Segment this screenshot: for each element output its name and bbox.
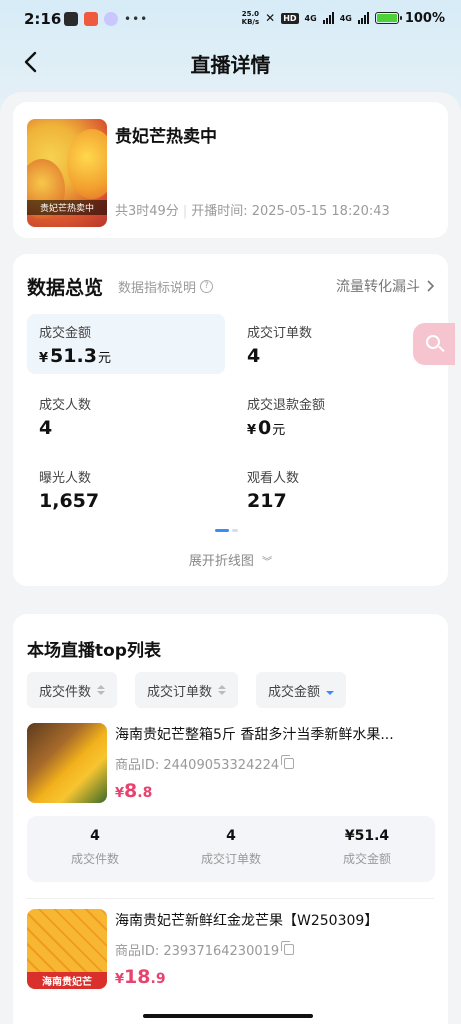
metric-label: 成交订单数 bbox=[247, 326, 313, 341]
status-time: 2:16 bbox=[24, 10, 62, 28]
product-id: 商品ID: 24409053324224 bbox=[115, 754, 295, 773]
signal-icon bbox=[322, 12, 334, 24]
status-bar: 2:16 ••• 25.0 KB/s ✕ HD 4G 4G 100% bbox=[0, 0, 461, 40]
product-stats: 4 成交件数 4 成交订单数 ¥51.4 成交金额 bbox=[27, 816, 435, 882]
data-overview-card: 数据总览 数据指标说明 ? 流量转化漏斗 成交金额 ¥51.3元 成交订单数 4… bbox=[13, 254, 448, 586]
chevron-right-icon bbox=[427, 280, 434, 292]
copy-icon[interactable] bbox=[281, 755, 295, 769]
sort-by-orders[interactable]: 成交订单数 bbox=[135, 672, 239, 708]
metric-orders[interactable]: 成交订单数 4 bbox=[235, 314, 433, 374]
page-title: 直播详情 bbox=[190, 53, 271, 77]
expand-chart-button[interactable]: 展开折线图 ︾ bbox=[13, 550, 448, 569]
metric-value: ¥51.3元 bbox=[39, 345, 111, 367]
overview-title: 数据总览 bbox=[27, 277, 104, 299]
divider bbox=[27, 898, 434, 899]
metrics-help-link[interactable]: 数据指标说明 ? bbox=[118, 277, 214, 296]
battery-icon bbox=[374, 12, 402, 24]
product-image bbox=[27, 723, 107, 803]
sort-icon bbox=[326, 685, 335, 695]
product-name: 海南贵妃芒整箱5斤 香甜多汁当季新鲜水果... bbox=[115, 727, 394, 743]
metric-label: 成交人数 bbox=[39, 398, 92, 413]
metric-viewers[interactable]: 观看人数 217 bbox=[235, 459, 433, 519]
page-indicator bbox=[215, 529, 238, 532]
metric-exposure[interactable]: 曝光人数 1,657 bbox=[27, 459, 225, 519]
metrics-help-label: 数据指标说明 bbox=[118, 281, 197, 296]
metric-refund[interactable]: 成交退款金额 ¥0元 bbox=[235, 386, 433, 446]
product-id-text: 商品ID: 24409053324224 bbox=[115, 758, 280, 773]
double-chevron-down-icon: ︾ bbox=[262, 557, 273, 568]
sort-label: 成交件数 bbox=[39, 684, 92, 700]
speed-value: 25.0 bbox=[241, 10, 260, 18]
sort-by-quantity[interactable]: 成交件数 bbox=[27, 672, 118, 708]
network-type-2: 4G bbox=[339, 13, 352, 23]
live-start-time: 开播时间: 2025-05-15 18:20:43 bbox=[191, 204, 390, 219]
stat-orders: 4 成交订单数 bbox=[163, 828, 299, 867]
metric-label: 成交金额 bbox=[39, 326, 92, 341]
product-id-text: 商品ID: 23937164230019 bbox=[115, 944, 280, 959]
home-indicator[interactable] bbox=[143, 1014, 313, 1018]
metric-value: 4 bbox=[247, 345, 261, 367]
stat-value: 4 bbox=[226, 828, 236, 844]
hd-icon: HD bbox=[281, 12, 299, 24]
product-image: 海南贵妃芒 bbox=[27, 909, 107, 989]
thumbnail-caption: 贵妃芒热卖中 bbox=[27, 200, 107, 215]
top-list-card: 本场直播top列表 成交件数 成交订单数 成交金额 海南贵妃芒整箱5斤 香甜多汁… bbox=[13, 614, 448, 1024]
metric-label: 曝光人数 bbox=[39, 471, 92, 486]
stat-quantity: 4 成交件数 bbox=[27, 828, 163, 867]
funnel-link-label: 流量转化漏斗 bbox=[336, 279, 420, 295]
live-thumbnail: 贵妃芒热卖中 bbox=[27, 119, 107, 227]
app-notification-icon bbox=[104, 12, 118, 26]
sort-icon bbox=[97, 685, 106, 695]
metric-buyers[interactable]: 成交人数 4 bbox=[27, 386, 225, 446]
metric-label: 观看人数 bbox=[247, 471, 300, 486]
metric-value: 217 bbox=[247, 490, 287, 512]
mute-icon: ✕ bbox=[265, 11, 276, 25]
speed-unit: KB/s bbox=[241, 18, 260, 26]
metric-gmv[interactable]: 成交金额 ¥51.3元 bbox=[27, 314, 225, 374]
product-name: 海南贵妃芒新鲜红金龙芒果【W250309】 bbox=[115, 913, 379, 929]
sort-label: 成交订单数 bbox=[147, 684, 213, 700]
more-notifications-icon: ••• bbox=[124, 12, 149, 26]
metric-value: 4 bbox=[39, 417, 53, 439]
status-notifications: ••• bbox=[64, 12, 148, 26]
sort-label: 成交金额 bbox=[268, 684, 321, 700]
product-image-caption: 海南贵妃芒 bbox=[27, 972, 107, 989]
network-type-1: 4G bbox=[304, 13, 317, 23]
sort-by-amount[interactable]: 成交金额 bbox=[256, 672, 347, 708]
product-price: ¥18.9 bbox=[115, 966, 166, 988]
live-info-card: 贵妃芒热卖中 贵妃芒热卖中 共3时49分 | 开播时间: 2025-05-15 18… bbox=[13, 102, 448, 238]
stat-amount: ¥51.4 成交金额 bbox=[299, 828, 435, 867]
nav-bar: 直播详情 bbox=[0, 40, 461, 84]
product-price: ¥8.8 bbox=[115, 780, 153, 802]
stat-value: 4 bbox=[90, 828, 100, 844]
product-id: 商品ID: 23937164230019 bbox=[115, 940, 295, 959]
signal-icon bbox=[357, 12, 369, 24]
app-notification-icon bbox=[64, 12, 78, 26]
floating-search-button[interactable] bbox=[413, 323, 455, 365]
copy-icon[interactable] bbox=[281, 941, 295, 955]
live-title: 贵妃芒热卖中 bbox=[115, 127, 217, 147]
funnel-link[interactable]: 流量转化漏斗 bbox=[336, 276, 434, 296]
stat-label: 成交订单数 bbox=[200, 852, 261, 866]
app-notification-icon bbox=[84, 12, 98, 26]
question-icon: ? bbox=[200, 280, 214, 293]
sort-icon bbox=[218, 685, 227, 695]
network-speed: 25.0 KB/s bbox=[242, 10, 259, 26]
live-duration: 共3时49分 bbox=[115, 204, 179, 219]
product-item[interactable]: 海南贵妃芒整箱5斤 香甜多汁当季新鲜水果... 商品ID: 2440905332… bbox=[27, 723, 435, 807]
metric-label: 成交退款金额 bbox=[247, 398, 326, 413]
live-meta: 共3时49分 | 开播时间: 2025-05-15 18:20:43 bbox=[115, 204, 390, 219]
status-right: 25.0 KB/s ✕ HD 4G 4G 100% bbox=[242, 10, 445, 26]
product-item[interactable]: 海南贵妃芒 海南贵妃芒新鲜红金龙芒果【W250309】 商品ID: 239371… bbox=[27, 909, 435, 993]
stat-label: 成交金额 bbox=[342, 852, 391, 866]
stat-value: ¥51.4 bbox=[344, 828, 390, 844]
battery-percent: 100% bbox=[404, 10, 445, 26]
top-list-title: 本场直播top列表 bbox=[27, 641, 161, 661]
stat-label: 成交件数 bbox=[70, 852, 119, 866]
metric-value: 1,657 bbox=[39, 490, 100, 512]
metric-value: ¥0元 bbox=[247, 417, 286, 439]
expand-chart-label: 展开折线图 bbox=[188, 554, 254, 569]
